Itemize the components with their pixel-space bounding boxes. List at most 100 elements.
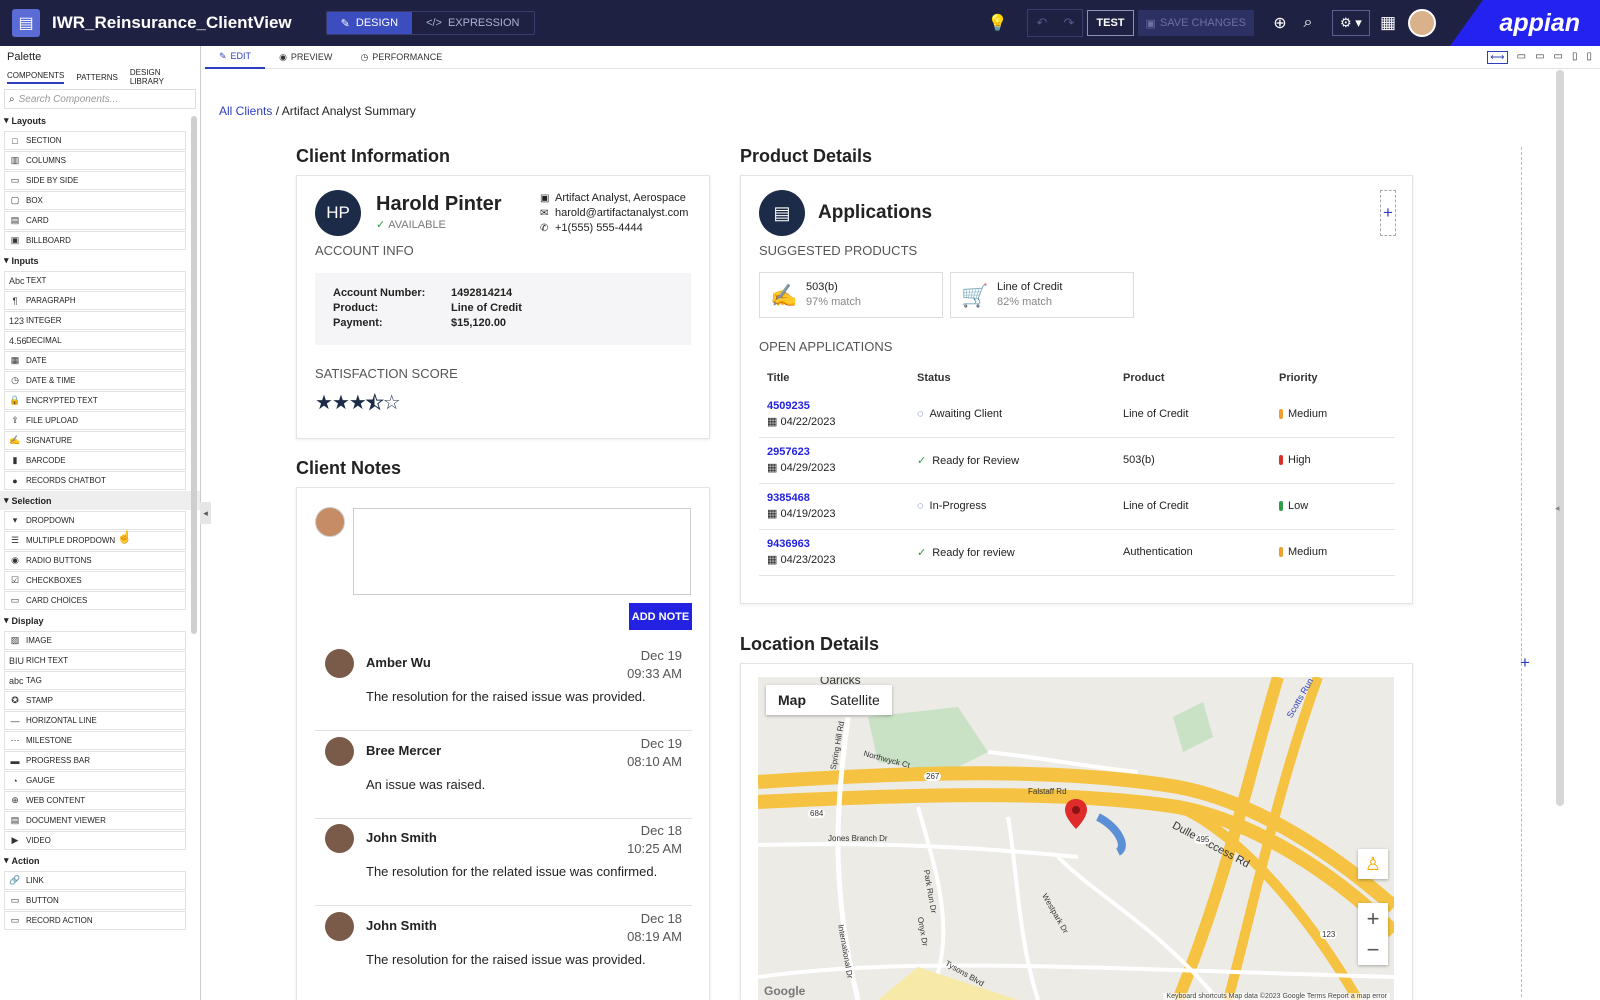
palette-item-stamp[interactable]: ✪ STAMP [4, 691, 186, 710]
palette-item-record-action[interactable]: ▭ RECORD ACTION [4, 911, 186, 930]
palette-group-layouts[interactable]: ▾ Layouts [0, 111, 200, 130]
palette-item-barcode[interactable]: ▮ BARCODE [4, 451, 186, 470]
palette-item-tag[interactable]: abc TAG [4, 671, 186, 690]
palette-item-checkboxes[interactable]: ☑ CHECKBOXES [4, 571, 186, 590]
component-search-input[interactable]: ⌕ Search Components... [4, 89, 196, 109]
palette-item-records-chatbot[interactable]: ● RECORDS CHATBOT [4, 471, 186, 490]
route-shield: 123 [1320, 930, 1338, 939]
palette-item-video[interactable]: ▶ VIDEO [4, 831, 186, 850]
application-id-link[interactable]: 4509235 [767, 400, 810, 412]
palette-item-image[interactable]: ▨ IMAGE [4, 631, 186, 650]
desktop-icon[interactable]: ▭ [1535, 51, 1544, 64]
app-grid-icon[interactable]: ▦ [1380, 13, 1396, 33]
palette-item-decimal[interactable]: 4.56 DECIMAL [4, 331, 186, 350]
palette-item-encrypted-text[interactable]: 🔒 ENCRYPTED TEXT [4, 391, 186, 410]
palette-item-rich-text[interactable]: BIU RICH TEXT [4, 651, 186, 670]
palette-item-billboard[interactable]: ▣ BILLBOARD [4, 231, 186, 250]
component-icon: ▥ [10, 155, 20, 165]
globe-icon[interactable]: ⊕ [1266, 13, 1294, 33]
add-note-button[interactable]: ADD NOTE [629, 603, 692, 630]
palette-item-button[interactable]: ▭ BUTTON [4, 891, 186, 910]
add-column-plus-icon[interactable]: + [1520, 653, 1530, 673]
application-id-link[interactable]: 2957623 [767, 446, 810, 458]
palette-item-milestone[interactable]: ⋯ MILESTONE [4, 731, 186, 750]
zoom-out-icon[interactable]: − [1358, 934, 1388, 965]
suggested-product-card[interactable]: ✍ 503(b) 97% match [759, 272, 943, 318]
suggested-product-card[interactable]: 🛒 Line of Credit 82% match [950, 272, 1134, 318]
palette-item-label: INTEGER [26, 316, 62, 325]
test-button[interactable]: TEST [1087, 10, 1134, 36]
location-map[interactable]: Map Satellite Oaricks Spring Hill Rd Nor… [758, 677, 1394, 1000]
application-id-link[interactable]: 9436963 [767, 538, 810, 550]
collapse-palette-handle[interactable]: ◂ [200, 502, 211, 524]
palette-group-selection[interactable]: ▾ Selection [0, 491, 200, 510]
breadcrumb-link[interactable]: All Clients [219, 104, 272, 118]
palette-item-file-upload[interactable]: ⇪ FILE UPLOAD [4, 411, 186, 430]
palette-item-card-choices[interactable]: ▭ CARD CHOICES [4, 591, 186, 610]
fit-width-icon[interactable]: ⟷ [1487, 51, 1508, 64]
map-view-button[interactable]: Map [766, 685, 818, 715]
search-icon[interactable]: ⌕ [1294, 14, 1322, 32]
palette-scrollbar[interactable] [191, 116, 197, 634]
canvas-scrollbar[interactable] [1556, 70, 1564, 806]
palette-group-inputs[interactable]: ▾ Inputs [0, 251, 200, 270]
lightbulb-icon[interactable]: 💡 [983, 13, 1011, 33]
palette-item-document-viewer[interactable]: ▤ DOCUMENT VIEWER [4, 811, 186, 830]
street-view-pegman-icon[interactable]: ♙ [1358, 849, 1388, 879]
palette-item-columns[interactable]: ▥ COLUMNS [4, 151, 186, 170]
settings-button[interactable]: ⚙ ▾ [1331, 10, 1370, 36]
map-attribution[interactable]: Keyboard shortcuts Map data ©2023 Google… [1163, 993, 1390, 1000]
undo-icon[interactable]: ↶ [1028, 10, 1055, 36]
palette-item-dropdown[interactable]: ▾ DROPDOWN [4, 511, 186, 530]
application-id-link[interactable]: 9385468 [767, 492, 810, 504]
palette-item-radio-buttons[interactable]: ◉ RADIO BUTTONS [4, 551, 186, 570]
tab-design-library[interactable]: DESIGN LIBRARY [130, 68, 193, 86]
column-drop-zone[interactable] [1521, 147, 1535, 997]
palette-item-box[interactable]: ▢ BOX [4, 191, 186, 210]
zoom-in-icon[interactable]: + [1358, 903, 1388, 934]
undo-redo-group: ↶ ↷ [1027, 9, 1084, 37]
redo-icon[interactable]: ↷ [1055, 10, 1082, 36]
palette-item-date-time[interactable]: ◷ DATE & TIME [4, 371, 186, 390]
palette-item-label: PROGRESS BAR [26, 756, 91, 765]
palette-item-web-content[interactable]: ⊕ WEB CONTENT [4, 791, 186, 810]
laptop-icon[interactable]: ▭ [1554, 51, 1563, 64]
tab-components[interactable]: COMPONENTS [7, 71, 65, 84]
column-header-title: Title [767, 372, 790, 384]
component-icon: ▨ [10, 635, 20, 645]
palette-item-signature[interactable]: ✍ SIGNATURE [4, 431, 186, 450]
palette-item-section[interactable]: □ SECTION [4, 131, 186, 150]
palette-item-horizontal-line[interactable]: — HORIZONTAL LINE [4, 711, 186, 730]
location-pin-icon[interactable] [1065, 799, 1087, 829]
palette-item-link[interactable]: 🔗 LINK [4, 871, 186, 890]
tab-patterns[interactable]: PATTERNS [76, 73, 117, 82]
expand-panel-icon[interactable]: ◂ [1555, 503, 1560, 514]
tab-performance[interactable]: ◷ PERFORMANCE [346, 46, 456, 69]
palette-item-progress-bar[interactable]: ▬ PROGRESS BAR [4, 751, 186, 770]
palette-item-side-by-side[interactable]: ▭ SIDE BY SIDE [4, 171, 186, 190]
user-avatar[interactable] [1408, 9, 1436, 37]
expression-mode-button[interactable]: </> EXPRESSION [412, 12, 533, 34]
satellite-view-button[interactable]: Satellite [818, 685, 892, 715]
design-mode-button[interactable]: ✎ DESIGN [326, 12, 413, 34]
palette-item-paragraph[interactable]: ¶ PARAGRAPH [4, 291, 186, 310]
phone-icon[interactable]: ▯ [1586, 51, 1592, 64]
note-textarea[interactable] [353, 508, 691, 595]
tab-preview[interactable]: ◉ PREVIEW [265, 46, 346, 69]
palette-item-gauge[interactable]: ◔ GAUGE [4, 771, 186, 790]
palette-item-multiple-dropdown[interactable]: ☰ MULTIPLE DROPDOWN [4, 531, 186, 550]
palette-item-card[interactable]: ▤ CARD [4, 211, 186, 230]
desktop-wide-icon[interactable]: ▭ [1517, 51, 1526, 64]
tablet-icon[interactable]: ▯ [1572, 51, 1578, 64]
note-author-avatar [325, 736, 354, 766]
tab-edit[interactable]: ✎ EDIT [205, 46, 266, 69]
calendar-icon: ▦ [767, 462, 781, 474]
add-application-plus-icon[interactable]: + [1380, 190, 1396, 236]
palette-item-integer[interactable]: 123 INTEGER [4, 311, 186, 330]
save-changes-button[interactable]: ▣ SAVE CHANGES [1137, 10, 1254, 36]
palette-item-text[interactable]: Abc TEXT [4, 271, 186, 290]
interface-designer-icon[interactable]: ▤ [12, 9, 40, 37]
palette-group-display[interactable]: ▾ Display [0, 611, 200, 630]
palette-group-action[interactable]: ▾ Action [0, 851, 200, 870]
palette-item-date[interactable]: ▦ DATE [4, 351, 186, 370]
